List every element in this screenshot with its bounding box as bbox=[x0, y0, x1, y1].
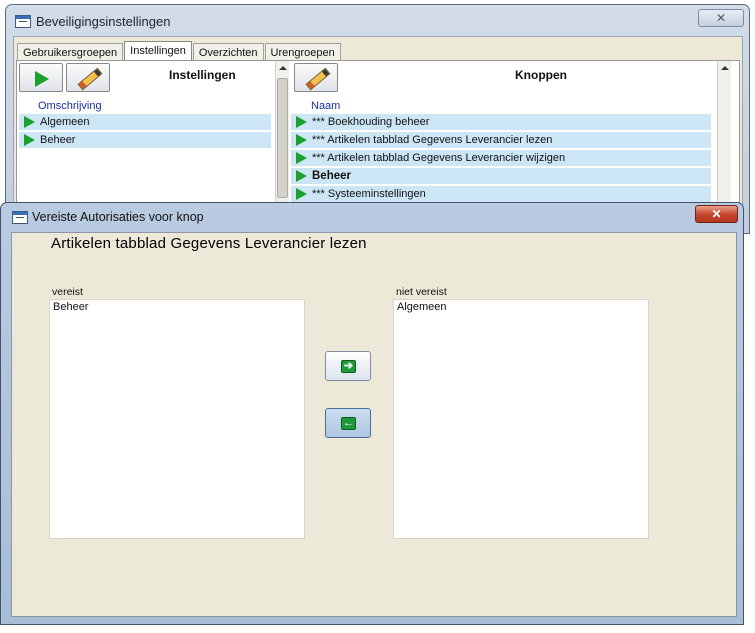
tab-gebruikersgroepen[interactable]: Gebruikersgroepen bbox=[17, 43, 124, 61]
tab-overzichten[interactable]: Overzichten bbox=[192, 43, 264, 61]
play-icon bbox=[296, 188, 307, 200]
edit-buttons-button[interactable] bbox=[294, 63, 338, 92]
security-settings-window: Beveiligingsinstellingen ✕ Gebruikersgro… bbox=[5, 4, 750, 237]
play-icon bbox=[35, 71, 49, 87]
dialog-title: Vereiste Autorisaties voor knop bbox=[32, 210, 204, 224]
column-header-naam[interactable]: Naam bbox=[311, 100, 340, 112]
row-label: *** Boekhouding beheer bbox=[312, 116, 430, 128]
play-icon bbox=[296, 152, 307, 164]
dialog-title-bar[interactable]: Vereiste Autorisaties voor knop ✕ bbox=[1, 203, 743, 231]
row-label: *** Systeeminstellingen bbox=[312, 188, 426, 200]
title-bar[interactable]: Beveiligingsinstellingen ✕ bbox=[6, 5, 749, 37]
form-icon bbox=[15, 15, 31, 28]
open-settings-button[interactable] bbox=[19, 63, 63, 92]
required-listbox[interactable]: Beheer bbox=[49, 299, 305, 539]
row-label: Beheer bbox=[312, 170, 351, 182]
form-icon bbox=[12, 211, 28, 224]
arrow-left-icon: ← bbox=[341, 417, 356, 430]
tab-urengroepen[interactable]: Urengroepen bbox=[264, 43, 341, 61]
play-icon bbox=[296, 170, 307, 182]
pencil-icon bbox=[77, 67, 103, 91]
pencil-icon bbox=[305, 67, 331, 91]
scroll-up-icon[interactable] bbox=[721, 66, 729, 70]
not-required-label: niet vereist bbox=[396, 286, 447, 298]
list-item[interactable]: Beheer bbox=[19, 132, 271, 149]
close-button[interactable]: ✕ bbox=[698, 9, 744, 27]
buttons-panel-header: Knoppen bbox=[515, 68, 567, 82]
list-item[interactable]: Algemeen bbox=[19, 114, 271, 131]
required-authorizations-dialog: Vereiste Autorisaties voor knop ✕ Artike… bbox=[0, 202, 744, 625]
play-icon bbox=[24, 134, 35, 146]
move-left-button[interactable]: ← bbox=[325, 408, 371, 438]
table-row[interactable]: *** Artikelen tabblad Gegevens Leveranci… bbox=[291, 150, 711, 167]
table-row[interactable]: *** Systeeminstellingen bbox=[291, 186, 711, 203]
play-icon bbox=[296, 116, 307, 128]
row-label: *** Artikelen tabblad Gegevens Leveranci… bbox=[312, 134, 553, 146]
scroll-up-icon[interactable] bbox=[279, 66, 287, 70]
tab-strip: Gebruikersgroepen Instellingen Overzicht… bbox=[17, 41, 342, 61]
play-icon bbox=[296, 134, 307, 146]
list-item-label: Beheer bbox=[40, 134, 76, 146]
dialog-close-button[interactable]: ✕ bbox=[695, 205, 738, 223]
not-required-listbox[interactable]: Algemeen bbox=[393, 299, 649, 539]
list-item-label: Algemeen bbox=[40, 116, 90, 128]
tab-instellingen[interactable]: Instellingen bbox=[124, 41, 192, 61]
move-right-button[interactable]: ➔ bbox=[325, 351, 371, 381]
play-icon bbox=[24, 116, 35, 128]
list-item[interactable]: Algemeen bbox=[394, 300, 648, 315]
list-item[interactable]: Beheer bbox=[50, 300, 304, 315]
arrow-right-icon: ➔ bbox=[341, 360, 356, 373]
column-header-omschrijving[interactable]: Omschrijving bbox=[38, 100, 102, 112]
button-name-heading: Artikelen tabblad Gegevens Leverancier l… bbox=[51, 235, 367, 252]
settings-panel-header: Instellingen bbox=[169, 68, 236, 82]
scrollbar-thumb[interactable] bbox=[277, 78, 288, 198]
window-title: Beveiligingsinstellingen bbox=[36, 14, 171, 29]
table-row[interactable]: *** Boekhouding beheer bbox=[291, 114, 711, 131]
row-label: *** Artikelen tabblad Gegevens Leveranci… bbox=[312, 152, 566, 164]
edit-settings-button[interactable] bbox=[66, 63, 110, 92]
dialog-body: Artikelen tabblad Gegevens Leverancier l… bbox=[11, 232, 737, 617]
table-row[interactable]: Beheer bbox=[291, 168, 711, 185]
required-label: vereist bbox=[52, 286, 83, 298]
table-row[interactable]: *** Artikelen tabblad Gegevens Leveranci… bbox=[291, 132, 711, 149]
